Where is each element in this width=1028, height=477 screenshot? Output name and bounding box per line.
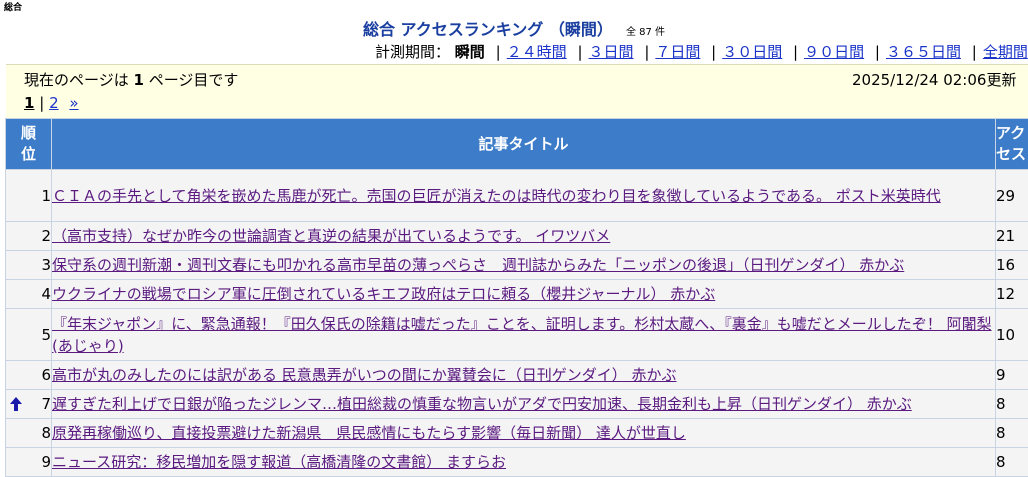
page-title: 総合 アクセスランキング （瞬間） <box>363 20 613 39</box>
rank-cell: 6 <box>6 361 52 390</box>
pagination: 1 | 2 » <box>24 94 79 112</box>
corner-label: 総合 <box>4 0 22 13</box>
pager-page-2[interactable]: 2 <box>49 94 59 112</box>
title-cell: ニュース研究：移民増加を隠す報道（高橋清隆の文書館） ますらお <box>52 448 996 477</box>
ranking-table: 順 位 記事タイトル アク セス 1 ＣＩＡの手先として角栄を嵌めた馬鹿が死亡。… <box>5 118 1028 477</box>
article-link[interactable]: 原発再稼働巡り、直接投票避けた新潟県 県民感情にもたらす影響（毎日新聞） 達人が… <box>52 424 686 442</box>
title-cell: （高市支持）なぜか昨今の世論調査と真逆の結果が出ているようです。 イワツバメ <box>52 222 996 251</box>
table-row: 4 ウクライナの戦場でロシア軍に圧倒されているキエフ政府はテロに頼る（櫻井ジャー… <box>6 280 1028 309</box>
access-cell: 10 <box>996 309 1028 361</box>
table-row: 8 原発再稼働巡り、直接投票避けた新潟県 県民感情にもたらす影響（毎日新聞） 達… <box>6 419 1028 448</box>
updated-timestamp: 2025/12/24 02:06更新 <box>852 69 1016 90</box>
page-heading: 総合 アクセスランキング （瞬間） 全 87 件 <box>0 16 1028 40</box>
title-cell: ＣＩＡの手先として角栄を嵌めた馬鹿が死亡。売国の巨匠が消えたのは時代の変わり目を… <box>52 170 996 222</box>
access-cell: 8 <box>996 419 1028 448</box>
table-row: 9 ニュース研究：移民増加を隠す報道（高橋清隆の文書館） ますらお 8 <box>6 448 1028 477</box>
rank-cell: 4 <box>6 280 52 309</box>
title-cell: ウクライナの戦場でロシア軍に圧倒されているキエフ政府はテロに頼る（櫻井ジャーナル… <box>52 280 996 309</box>
rank-cell: 7 <box>6 390 52 419</box>
pager-current-page: 1 <box>24 94 34 112</box>
title-cell: 高市が丸のみしたのには訳がある 民意愚弄がいつの間にか翼賛会に（日刊ゲンダイ） … <box>52 361 996 390</box>
rank-number: 7 <box>41 395 51 413</box>
rank-column-header: 順 位 <box>6 119 52 170</box>
period-link-3d[interactable]: ３日間 <box>589 43 634 61</box>
article-link[interactable]: （高市支持）なぜか昨今の世論調査と真逆の結果が出ているようです。 イワツバメ <box>52 227 610 245</box>
rank-cell: 9 <box>6 448 52 477</box>
table-row: 6 高市が丸のみしたのには訳がある 民意愚弄がいつの間にか翼賛会に（日刊ゲンダイ… <box>6 361 1028 390</box>
period-link-24h[interactable]: ２４時間 <box>507 43 567 61</box>
access-column-header: アク セス <box>996 119 1028 170</box>
up-arrow-icon <box>10 397 22 411</box>
current-page-info: 現在のページは 1 ページ目です <box>24 69 238 90</box>
rank-cell: 3 <box>6 251 52 280</box>
title-cell: 『年末ジャポン』に、緊急通報！『田久保氏の除籍は嘘だった』ことを、証明します。杉… <box>52 309 996 361</box>
period-link-all[interactable]: 全期間 <box>983 43 1028 61</box>
total-count: 全 87 件 <box>626 27 665 38</box>
access-cell: 9 <box>996 361 1028 390</box>
pager-next-arrow[interactable]: » <box>69 94 78 112</box>
title-column-header: 記事タイトル <box>52 119 996 170</box>
title-cell: 原発再稼働巡り、直接投票避けた新潟県 県民感情にもたらす影響（毎日新聞） 達人が… <box>52 419 996 448</box>
access-cell: 12 <box>996 280 1028 309</box>
article-link[interactable]: 保守系の週刊新潮・週刊文春にも叩かれる高市早苗の薄っぺらさ 週刊誌からみた「ニッ… <box>52 256 904 274</box>
period-link-365d[interactable]: ３６５日間 <box>886 43 961 61</box>
period-selector: 計測期間： 瞬間 |２４時間 |３日間 |７日間 |３０日間 |９０日間 |３６… <box>375 41 1028 62</box>
access-cell: 29 <box>996 170 1028 222</box>
article-link[interactable]: ウクライナの戦場でロシア軍に圧倒されているキエフ政府はテロに頼る（櫻井ジャーナル… <box>52 285 715 303</box>
access-cell: 21 <box>996 222 1028 251</box>
table-row: 7 遅すぎた利上げで日銀が陥ったジレンマ…植田総裁の慎重な物言いがアダで円安加速… <box>6 390 1028 419</box>
table-row: 2 （高市支持）なぜか昨今の世論調査と真逆の結果が出ているようです。 イワツバメ… <box>6 222 1028 251</box>
ranking-table-header: 順 位 記事タイトル アク セス <box>6 119 1028 170</box>
current-page-number: 1 <box>133 71 143 89</box>
rank-cell: 1 <box>6 170 52 222</box>
period-label: 計測期間： <box>375 43 450 61</box>
article-link[interactable]: 遅すぎた利上げで日銀が陥ったジレンマ…植田総裁の慎重な物言いがアダで円安加速、長… <box>52 395 912 413</box>
rank-cell: 8 <box>6 419 52 448</box>
page-info-box: 現在のページは 1 ページ目です 2025/12/24 02:06更新 1 | … <box>6 64 1028 119</box>
period-current: 瞬間 <box>455 43 485 61</box>
access-cell: 8 <box>996 390 1028 419</box>
article-link[interactable]: ＣＩＡの手先として角栄を嵌めた馬鹿が死亡。売国の巨匠が消えたのは時代の変わり目を… <box>52 187 941 205</box>
access-cell: 16 <box>996 251 1028 280</box>
period-link-7d[interactable]: ７日間 <box>655 43 700 61</box>
title-cell: 遅すぎた利上げで日銀が陥ったジレンマ…植田総裁の慎重な物言いがアダで円安加速、長… <box>52 390 996 419</box>
table-row: 5 『年末ジャポン』に、緊急通報！『田久保氏の除籍は嘘だった』ことを、証明します… <box>6 309 1028 361</box>
rank-cell: 2 <box>6 222 52 251</box>
article-link[interactable]: 高市が丸のみしたのには訳がある 民意愚弄がいつの間にか翼賛会に（日刊ゲンダイ） … <box>52 366 677 384</box>
table-row: 3 保守系の週刊新潮・週刊文春にも叩かれる高市早苗の薄っぺらさ 週刊誌からみた「… <box>6 251 1028 280</box>
title-cell: 保守系の週刊新潮・週刊文春にも叩かれる高市早苗の薄っぺらさ 週刊誌からみた「ニッ… <box>52 251 996 280</box>
rank-cell: 5 <box>6 309 52 361</box>
period-link-30d[interactable]: ３０日間 <box>722 43 782 61</box>
period-link-90d[interactable]: ９０日間 <box>804 43 864 61</box>
table-row: 1 ＣＩＡの手先として角栄を嵌めた馬鹿が死亡。売国の巨匠が消えたのは時代の変わり… <box>6 170 1028 222</box>
article-link[interactable]: ニュース研究：移民増加を隠す報道（高橋清隆の文書館） ますらお <box>52 453 506 471</box>
access-cell: 8 <box>996 448 1028 477</box>
article-link[interactable]: 『年末ジャポン』に、緊急通報！『田久保氏の除籍は嘘だった』ことを、証明します。杉… <box>52 315 992 355</box>
